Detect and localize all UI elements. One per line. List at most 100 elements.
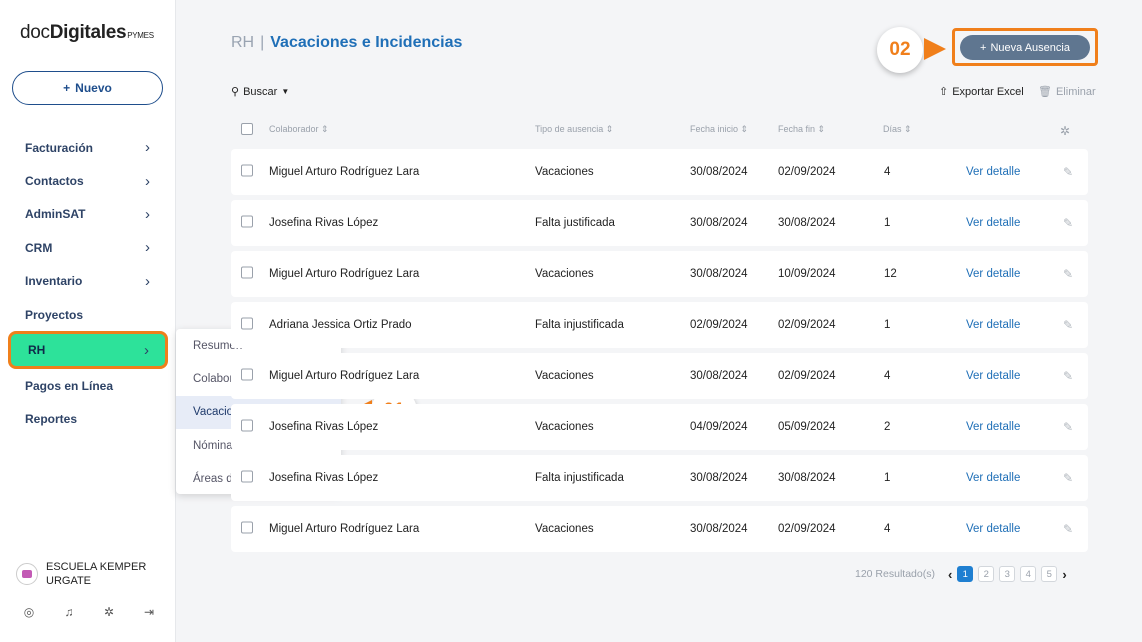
search-icon: ⚲ — [231, 85, 239, 98]
cell-type: Falta injustificada — [535, 472, 624, 484]
cell-end-date: 05/09/2024 — [778, 421, 836, 433]
row-checkbox[interactable] — [241, 318, 253, 333]
page-button[interactable]: 3 — [999, 566, 1015, 582]
pencil-icon[interactable]: ✎ — [1063, 267, 1073, 281]
column-end[interactable]: Fecha fin ⇕ — [778, 124, 825, 135]
page-button[interactable]: 1 — [957, 566, 973, 582]
sidebar-item-facturaci-n[interactable]: Facturación› — [0, 131, 176, 164]
sidebar-item-proyectos[interactable]: Proyectos — [0, 298, 176, 331]
column-end-label: Fecha fin — [778, 124, 815, 134]
new-absence-button[interactable]: + Nueva Ausencia — [960, 35, 1090, 60]
logo-digitales: Digitales — [50, 22, 127, 43]
cell-start-date: 04/09/2024 — [690, 421, 748, 433]
view-detail-link[interactable]: Ver detalle — [966, 421, 1020, 433]
cell-days: 1 — [884, 217, 890, 229]
column-type[interactable]: Tipo de ausencia ⇕ — [535, 124, 613, 135]
table-row[interactable]: Miguel Arturo Rodríguez LaraVacaciones30… — [231, 353, 1088, 399]
sort-icon: ⇕ — [321, 124, 329, 134]
pencil-icon[interactable]: ✎ — [1063, 522, 1073, 536]
sidebar-item-inventario[interactable]: Inventario› — [0, 265, 176, 298]
column-collaborator[interactable]: Colaborador ⇕ — [269, 124, 329, 135]
pencil-icon[interactable]: ✎ — [1063, 420, 1073, 434]
user-profile[interactable]: ESCUELA KEMPER URGATE — [16, 560, 146, 588]
view-detail-link[interactable]: Ver detalle — [966, 319, 1020, 331]
user-icon[interactable]: ◎ — [22, 605, 36, 619]
table-row[interactable]: Josefina Rivas LópezFalta injustificada3… — [231, 455, 1088, 501]
export-excel-button[interactable]: ⇧ Exportar Excel — [939, 85, 1024, 98]
row-checkbox[interactable] — [241, 216, 253, 231]
pencil-icon[interactable]: ✎ — [1063, 369, 1073, 383]
cell-end-date: 02/09/2024 — [778, 319, 836, 331]
sidebar-item-rh[interactable]: RH› — [8, 331, 168, 369]
cell-days: 2 — [884, 421, 890, 433]
table-row[interactable]: Adriana Jessica Ortiz PradoFalta injusti… — [231, 302, 1088, 348]
cell-type: Vacaciones — [535, 268, 594, 280]
sidebar-item-reportes[interactable]: Reportes — [0, 403, 176, 436]
view-detail-link[interactable]: Ver detalle — [966, 472, 1020, 484]
view-detail-link[interactable]: Ver detalle — [966, 370, 1020, 382]
sidebar-item-label: Proyectos — [25, 308, 83, 322]
search-dropdown[interactable]: ⚲ Buscar ▼ — [231, 85, 289, 98]
column-days[interactable]: Días ⇕ — [883, 124, 912, 135]
table-row[interactable]: Miguel Arturo Rodríguez LaraVacaciones30… — [231, 506, 1088, 552]
sidebar-item-pagos-en-l-nea[interactable]: Pagos en Línea — [0, 369, 176, 402]
table-row[interactable]: Josefina Rivas LópezFalta justificada30/… — [231, 200, 1088, 246]
chevron-left-icon[interactable]: ‹ — [948, 567, 952, 582]
select-all-checkbox[interactable] — [241, 123, 253, 137]
column-collaborator-label: Colaborador — [269, 124, 319, 134]
page-button[interactable]: 4 — [1020, 566, 1036, 582]
cell-end-date: 02/09/2024 — [778, 523, 836, 535]
table-row[interactable]: Josefina Rivas LópezVacaciones04/09/2024… — [231, 404, 1088, 450]
cell-days: 12 — [884, 268, 897, 280]
view-detail-link[interactable]: Ver detalle — [966, 523, 1020, 535]
delete-button[interactable]: 🗑 Eliminar — [1038, 85, 1096, 98]
page-heading: Vacaciones e Incidencias — [270, 34, 462, 52]
page-button[interactable]: 5 — [1041, 566, 1057, 582]
school-logo-icon — [22, 570, 32, 578]
cell-collaborator: Josefina Rivas López — [269, 217, 378, 229]
column-start[interactable]: Fecha inicio ⇕ — [690, 124, 748, 135]
pencil-icon[interactable]: ✎ — [1063, 165, 1073, 179]
pencil-icon[interactable]: ✎ — [1063, 318, 1073, 332]
row-checkbox[interactable] — [241, 522, 253, 537]
gear-icon[interactable]: ✲ — [102, 605, 116, 619]
view-detail-link[interactable]: Ver detalle — [966, 268, 1020, 280]
trash-icon: 🗑 — [1038, 85, 1052, 98]
view-detail-link[interactable]: Ver detalle — [966, 217, 1020, 229]
chevron-right-icon: › — [145, 139, 150, 156]
column-settings-gear-icon[interactable]: ✲ — [1060, 124, 1070, 138]
sidebar-item-label: Reportes — [25, 412, 77, 426]
row-checkbox[interactable] — [241, 165, 253, 180]
logo-pymes: PYMES — [127, 31, 154, 40]
upload-icon: ⇧ — [939, 85, 948, 98]
pencil-icon[interactable]: ✎ — [1063, 471, 1073, 485]
logout-icon[interactable]: ⇥ — [142, 605, 156, 619]
view-detail-link[interactable]: Ver detalle — [966, 166, 1020, 178]
table-row[interactable]: Miguel Arturo Rodríguez LaraVacaciones30… — [231, 149, 1088, 195]
row-checkbox[interactable] — [241, 267, 253, 282]
cell-end-date: 10/09/2024 — [778, 268, 836, 280]
sidebar-item-adminsat[interactable]: AdminSAT› — [0, 198, 176, 231]
plus-icon: + — [980, 42, 986, 54]
cell-type: Falta injustificada — [535, 319, 624, 331]
row-checkbox[interactable] — [241, 369, 253, 384]
bell-icon[interactable]: ♫ — [62, 605, 76, 619]
brand-logo[interactable]: docDigitalesPYMES — [20, 22, 154, 44]
pencil-icon[interactable]: ✎ — [1063, 216, 1073, 230]
cell-start-date: 02/09/2024 — [690, 319, 748, 331]
sidebar-item-crm[interactable]: CRM› — [0, 231, 176, 264]
table-body: Miguel Arturo Rodríguez LaraVacaciones30… — [231, 149, 1088, 557]
search-label: Buscar — [243, 86, 277, 98]
export-excel-label: Exportar Excel — [952, 86, 1024, 98]
chevron-right-icon[interactable]: › — [1062, 567, 1066, 582]
row-checkbox[interactable] — [241, 420, 253, 435]
column-days-label: Días — [883, 124, 902, 134]
new-button[interactable]: + Nuevo — [12, 71, 163, 105]
page-button[interactable]: 2 — [978, 566, 994, 582]
breadcrumb-section[interactable]: RH — [231, 34, 254, 52]
table-row[interactable]: Miguel Arturo Rodríguez LaraVacaciones30… — [231, 251, 1088, 297]
chevron-down-icon: ▼ — [281, 87, 289, 96]
row-checkbox[interactable] — [241, 471, 253, 486]
breadcrumb-separator: | — [260, 34, 264, 52]
sidebar-item-contactos[interactable]: Contactos› — [0, 164, 176, 197]
